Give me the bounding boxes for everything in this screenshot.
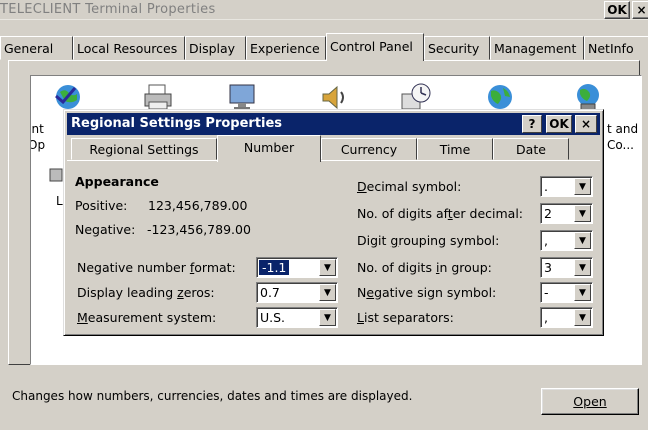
- measurement-system-select[interactable]: U.S. ▼: [256, 307, 338, 328]
- display-leading-zeros-label: Display leading zeros:: [77, 285, 215, 300]
- tab-experience[interactable]: Experience: [246, 36, 326, 60]
- window-close-button[interactable]: ×: [632, 1, 648, 19]
- decimal-symbol-value: .: [544, 179, 548, 194]
- display-icon[interactable]: [226, 82, 260, 112]
- status-description: Changes how numbers, currencies, dates a…: [12, 389, 413, 403]
- printer-icon[interactable]: [141, 82, 175, 112]
- tab-time[interactable]: Time: [417, 138, 493, 160]
- positive-value: 123,456,789.00: [148, 198, 248, 213]
- sound-icon[interactable]: [317, 82, 351, 112]
- listview-label-fragment: t and: [607, 122, 639, 136]
- main-tab-strip: General Local Resources Display Experien…: [0, 33, 648, 61]
- chevron-down-icon[interactable]: ▼: [319, 309, 336, 326]
- window-title: TELECLIENT Terminal Properties: [0, 2, 216, 17]
- listview-label-fragment: Co...: [607, 138, 634, 152]
- digits-after-decimal-select[interactable]: 2 ▼: [540, 203, 593, 224]
- display-leading-zeros-value: 0.7: [260, 285, 280, 300]
- network-icon[interactable]: [571, 82, 605, 112]
- digits-after-decimal-label: No. of digits after decimal:: [357, 206, 523, 221]
- listview-label-fragment: Int: [31, 122, 44, 136]
- tab-netinfo[interactable]: NetInfo: [584, 36, 648, 60]
- decimal-symbol-select[interactable]: . ▼: [540, 176, 593, 197]
- dialog-title-bar: Regional Settings Properties ? OK ×: [67, 113, 600, 135]
- tab-control-panel[interactable]: Control Panel: [326, 33, 424, 61]
- list-separators-label: List separators:: [357, 310, 454, 325]
- negative-number-format-select[interactable]: -1.1 ▼: [256, 257, 338, 278]
- digit-grouping-symbol-label: Digit grouping symbol:: [357, 233, 500, 248]
- display-leading-zeros-select[interactable]: 0.7 ▼: [256, 282, 338, 303]
- negative-sign-symbol-value: -: [544, 285, 549, 300]
- negative-number-format-value: -1.1: [259, 260, 290, 275]
- digits-after-decimal-value: 2: [544, 206, 552, 221]
- regional-settings-icon[interactable]: [483, 82, 517, 112]
- chevron-down-icon[interactable]: ▼: [574, 284, 591, 301]
- digits-in-group-value: 3: [544, 260, 552, 275]
- chevron-down-icon[interactable]: ▼: [574, 205, 591, 222]
- negative-sign-symbol-label: Negative sign symbol:: [357, 285, 497, 300]
- open-button[interactable]: Open: [541, 388, 639, 415]
- measurement-system-value: U.S.: [260, 310, 286, 325]
- tab-general[interactable]: General: [0, 36, 73, 60]
- tab-number[interactable]: Number: [217, 135, 321, 162]
- measurement-system-label: Measurement system:: [77, 310, 217, 325]
- regional-settings-dialog: Regional Settings Properties ? OK × Regi…: [63, 109, 604, 336]
- negative-sign-symbol-select[interactable]: - ▼: [540, 282, 593, 303]
- tab-date[interactable]: Date: [493, 138, 569, 160]
- tab-display[interactable]: Display: [185, 36, 246, 60]
- date-time-icon[interactable]: [399, 82, 433, 112]
- window-title-bar: TELECLIENT Terminal Properties OK ×: [0, 0, 648, 20]
- chevron-down-icon[interactable]: ▼: [319, 259, 336, 276]
- dialog-close-button[interactable]: ×: [575, 115, 597, 133]
- list-separators-value: ,: [544, 310, 548, 325]
- positive-label: Positive:: [75, 198, 128, 213]
- chevron-down-icon[interactable]: ▼: [574, 232, 591, 249]
- digits-in-group-label: No. of digits in group:: [357, 260, 492, 275]
- list-separators-select[interactable]: , ▼: [540, 307, 593, 328]
- negative-label: Negative:: [75, 222, 136, 237]
- tab-regional-settings[interactable]: Regional Settings: [71, 138, 217, 160]
- window-ok-button[interactable]: OK: [604, 1, 630, 19]
- chevron-down-icon[interactable]: ▼: [574, 309, 591, 326]
- chevron-down-icon[interactable]: ▼: [574, 259, 591, 276]
- chevron-down-icon[interactable]: ▼: [574, 178, 591, 195]
- digits-in-group-select[interactable]: 3 ▼: [540, 257, 593, 278]
- appearance-heading: Appearance: [75, 174, 159, 189]
- tab-management[interactable]: Management: [490, 36, 584, 60]
- dialog-title: Regional Settings Properties: [71, 116, 283, 131]
- dialog-ok-button[interactable]: OK: [546, 115, 572, 133]
- number-tab-page: Appearance Positive: 123,456,789.00 Nega…: [67, 160, 600, 332]
- tab-security[interactable]: Security: [424, 36, 490, 60]
- listview-label-fragment: L: [56, 194, 63, 208]
- negative-number-format-label: Negative number format:: [77, 260, 236, 275]
- decimal-symbol-label: Decimal symbol:: [357, 179, 462, 194]
- listview-label-fragment: Op: [31, 138, 46, 152]
- tab-local-resources[interactable]: Local Resources: [73, 36, 185, 60]
- negative-value: -123,456,789.00: [147, 222, 251, 237]
- help-button[interactable]: ?: [522, 115, 542, 133]
- chevron-down-icon[interactable]: ▼: [319, 284, 336, 301]
- keyboard-icon[interactable]: [49, 166, 63, 184]
- digit-grouping-symbol-value: ,: [544, 233, 548, 248]
- digit-grouping-symbol-select[interactable]: , ▼: [540, 230, 593, 251]
- open-button-label: Open: [573, 394, 607, 409]
- tab-currency[interactable]: Currency: [321, 138, 417, 160]
- internet-options-icon[interactable]: [51, 82, 85, 112]
